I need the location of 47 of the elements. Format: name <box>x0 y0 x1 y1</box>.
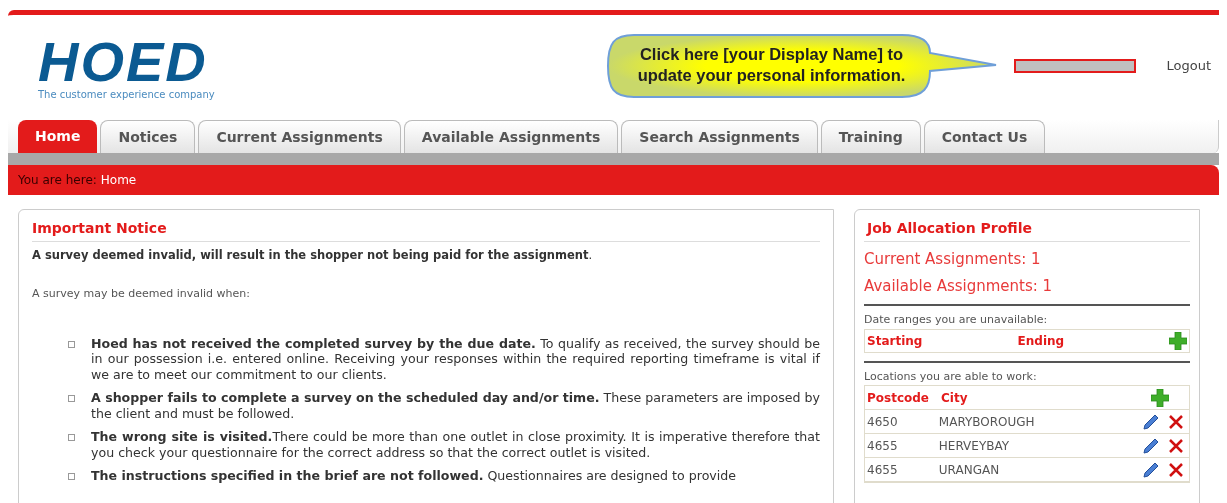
notice-item: A shopper fails to complete a survey on the scheduled day and/or time. These parameters are imposed by the client and must be followed. <box>91 390 820 422</box>
notice-item: The instructions specified in the brief are not followed. Questionnaires are designed to provide <box>91 468 737 484</box>
column-header: Ending <box>1016 332 1066 350</box>
table-cell-text: 4655 <box>866 437 899 455</box>
delete-icon[interactable] <box>1168 461 1185 478</box>
nav-tab[interactable]: Available Assignments <box>403 120 619 153</box>
nav-tab[interactable]: Search Assignments <box>621 120 818 153</box>
tagline: The customer experience company <box>38 88 215 102</box>
table-cell-text: 4655 <box>866 461 899 479</box>
pencil-icon[interactable] <box>1142 412 1161 431</box>
assignment-count: Available Assignments: 1 <box>864 276 1054 296</box>
nav-tab[interactable]: Home <box>18 120 98 153</box>
column-header: Starting <box>866 332 924 350</box>
bullet-icon <box>68 340 75 348</box>
logo: HOED <box>38 37 208 87</box>
add-icon[interactable] <box>1151 388 1169 407</box>
notice-item: Hoed has not received the completed survey by the due date. To qualify as received, the survey should be in our possession i.e. entered online. Receiving your responses within the required reporting timeframe is vital if we are to meet our commitment to our clients. <box>91 335 820 383</box>
panel-title: Important Notice <box>32 218 820 242</box>
table-cell-text: MARYBOROUGH <box>937 413 1036 431</box>
nav-tab[interactable]: Notices <box>100 120 196 153</box>
table-caption: Date ranges you are unavailable: <box>864 312 1049 328</box>
bullet-icon <box>68 395 75 403</box>
nav-tab[interactable]: Training <box>820 120 921 153</box>
table-cell-text: URANGAN <box>937 461 1001 479</box>
delete-icon[interactable] <box>1168 413 1185 430</box>
notice-lead: A survey deemed invalid, will result in the shopper not being paid for the assignment. <box>32 247 594 264</box>
pencil-icon[interactable] <box>1142 436 1161 455</box>
notice-item: The wrong site is visited.There could be more than one outlet in close proximity. It is imperative therefore that you check your questionnaire for the correct address so that the correct outlet is visited. <box>91 429 820 461</box>
column-header: Postcode <box>866 389 930 407</box>
nav-tab[interactable]: Contact Us <box>923 120 1046 153</box>
table-caption: Locations you are able to work: <box>864 368 1038 385</box>
display-name-link[interactable] <box>1014 59 1137 73</box>
panel-title: Job Allocation Profile <box>864 218 1190 242</box>
pencil-icon[interactable] <box>1142 460 1161 479</box>
breadcrumb-current[interactable]: Home <box>100 171 137 189</box>
add-icon[interactable] <box>1168 331 1187 350</box>
table-cell-text: HERVEYBAY <box>937 437 1011 455</box>
nav-tab[interactable]: Current Assignments <box>198 120 401 153</box>
bullet-icon <box>68 473 75 481</box>
logout-link[interactable]: Logout <box>1166 56 1211 76</box>
table-cell-text: 4650 <box>866 413 899 431</box>
assignment-count: Current Assignments: 1 <box>864 249 1042 269</box>
bullet-icon <box>68 434 75 442</box>
column-header: City <box>940 389 969 407</box>
notice-intro: A survey may be deemed invalid when: <box>32 286 251 303</box>
breadcrumb-label: You are here: <box>18 172 97 189</box>
delete-icon[interactable] <box>1168 437 1185 454</box>
